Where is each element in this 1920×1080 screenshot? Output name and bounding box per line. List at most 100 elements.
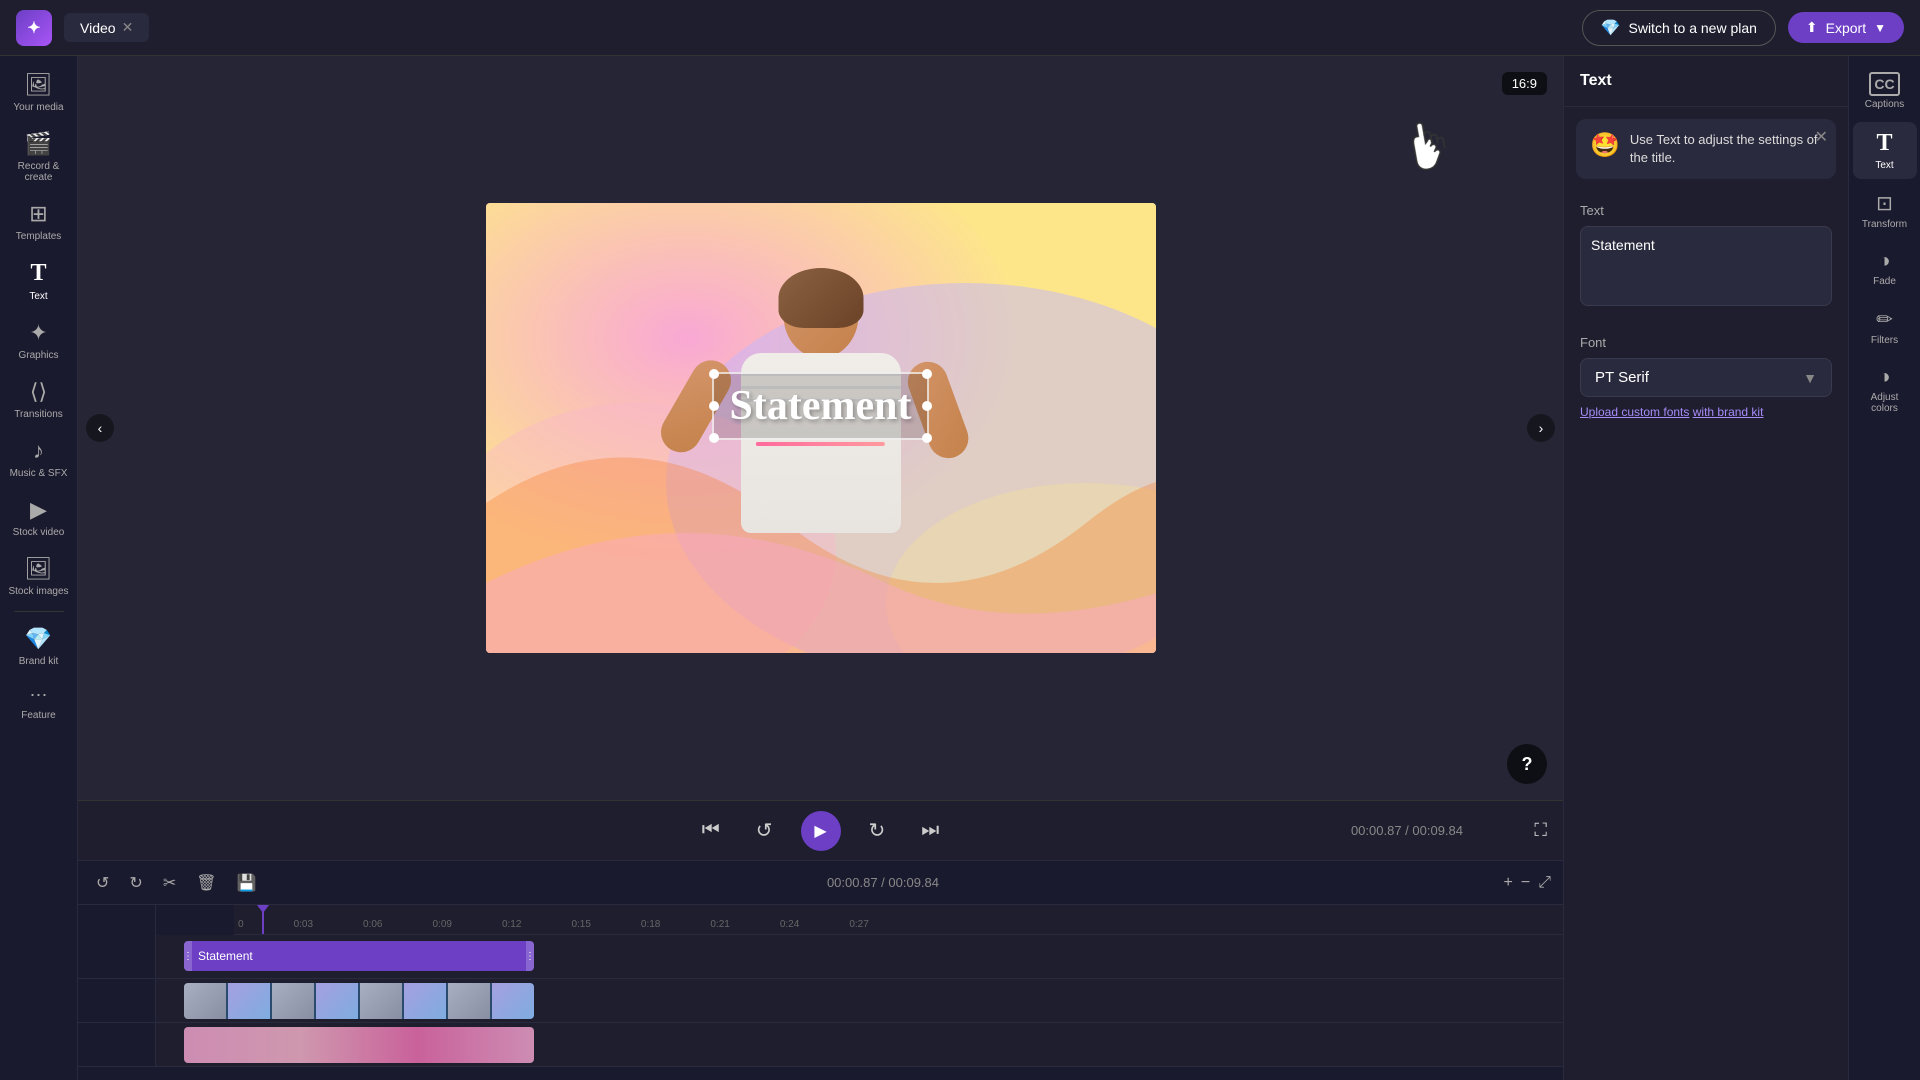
video-background: Statement xyxy=(486,203,1156,653)
handle-middle-right[interactable] xyxy=(922,401,932,411)
text-overlay-content: Statement xyxy=(730,382,912,430)
zoom-in-button[interactable]: + xyxy=(1504,874,1513,892)
fullscreen-button[interactable]: ⛶ xyxy=(1534,820,1547,841)
switch-plan-label: Switch to a new plan xyxy=(1629,20,1757,36)
playhead-triangle xyxy=(257,905,269,913)
text-clip-handle-right[interactable]: ⋮ xyxy=(526,941,534,971)
video-preview: Statement xyxy=(486,203,1156,653)
play-button[interactable]: ▶ xyxy=(801,811,841,851)
canvas-nav-right[interactable]: › xyxy=(1527,414,1555,442)
sidebar-item-stock-images[interactable]: 🖼 Stock images xyxy=(4,548,74,605)
topbar: ✦ Video ✕ 💎 Switch to a new plan ⬆ Expor… xyxy=(0,0,1920,56)
record-create-icon: 🎬 xyxy=(25,131,52,157)
export-icon: ⬆ xyxy=(1806,19,1818,36)
text-sidebar-icon: T xyxy=(30,260,46,287)
captions-icon: CC xyxy=(1869,72,1899,96)
sidebar-item-captions[interactable]: CC Captions xyxy=(1853,64,1917,118)
timeline-redo-button[interactable]: ↻ xyxy=(123,869,148,897)
tab-video[interactable]: Video ✕ xyxy=(64,13,149,42)
timeline-undo-button[interactable]: ↺ xyxy=(90,869,115,897)
track-label-background xyxy=(78,1023,156,1066)
timeline-time-display: 00:00.87 / 00:09.84 xyxy=(827,875,939,890)
sidebar-item-stock-video[interactable]: ▶ Stock video xyxy=(4,489,74,546)
zoom-out-button[interactable]: − xyxy=(1521,874,1530,892)
your-media-icon: 🖼 xyxy=(25,72,53,98)
video-thumb-7 xyxy=(448,983,490,1019)
switch-plan-button[interactable]: 💎 Switch to a new plan xyxy=(1582,10,1776,46)
export-label: Export xyxy=(1826,20,1866,36)
sidebar-item-fade[interactable]: ◑ Fade xyxy=(1853,242,1917,295)
tooltip-emoji: 🤩 xyxy=(1590,131,1620,160)
timeline-cut-button[interactable]: ✂ xyxy=(157,869,182,897)
sidebar-item-music-sfx[interactable]: ♪ Music & SFX xyxy=(4,430,74,487)
sidebar-item-feature[interactable]: ⋯ Feature xyxy=(4,677,74,729)
fade-icon: ◑ xyxy=(1878,250,1890,273)
help-button[interactable]: ? xyxy=(1507,744,1547,784)
tab-close-icon[interactable]: ✕ xyxy=(122,19,134,36)
timeline-save-button[interactable]: 💾 xyxy=(231,869,263,897)
export-button[interactable]: ⬆ Export ▼ xyxy=(1788,12,1904,43)
right-panel: Text 🤩 Use Text to adjust the settings o… xyxy=(1563,56,1848,1080)
text-overlay-box[interactable]: Statement xyxy=(712,372,930,440)
aspect-ratio-badge: 16:9 xyxy=(1502,72,1547,95)
handle-top-right[interactable] xyxy=(922,369,932,379)
time-display: 00:00.87 / 00:09.84 xyxy=(1351,823,1463,838)
handle-middle-left[interactable] xyxy=(709,401,719,411)
filters-icon: ✏ xyxy=(1876,307,1893,332)
text-clip-handle-left[interactable]: ⋮ xyxy=(184,941,192,971)
skip-forward-button[interactable]: ⏭ xyxy=(913,815,947,846)
sidebar-item-filters[interactable]: ✏ Filters xyxy=(1853,299,1917,354)
track-content-video xyxy=(156,979,1563,1022)
canvas-nav-left[interactable]: ‹ xyxy=(86,414,114,442)
expand-timeline-button[interactable]: ⤢ xyxy=(1538,874,1551,892)
sidebar-item-templates[interactable]: ⊞ Templates xyxy=(4,193,74,250)
video-thumb-4 xyxy=(316,983,358,1019)
handle-bottom-right[interactable] xyxy=(922,433,932,443)
music-sfx-label: Music & SFX xyxy=(10,468,68,479)
export-dropdown-icon: ▼ xyxy=(1874,21,1886,35)
text-tool-label: Text xyxy=(1875,160,1893,171)
upload-fonts-link-text[interactable]: Upload custom fonts xyxy=(1580,405,1689,419)
transform-label: Transform xyxy=(1862,219,1907,230)
transform-icon: ⊡ xyxy=(1876,191,1893,216)
person-silhouette xyxy=(681,253,961,653)
text-tool-icon: T xyxy=(1876,130,1892,157)
text-clip[interactable]: ⋮ Statement ⋮ xyxy=(184,941,534,971)
sidebar-item-text-tool[interactable]: T Text xyxy=(1853,122,1917,179)
sidebar-item-brand-kit[interactable]: 💎 Brand kit xyxy=(4,618,74,675)
handle-top-left[interactable] xyxy=(709,369,719,379)
sidebar-item-text[interactable]: T Text xyxy=(4,252,74,310)
sidebar-item-transitions[interactable]: ⟨⟩ Transitions xyxy=(4,371,74,428)
sidebar-item-adjust-colors[interactable]: ◑ Adjust colors xyxy=(1853,358,1917,422)
sidebar-item-graphics[interactable]: ✦ Graphics xyxy=(4,312,74,369)
app-logo: ✦ xyxy=(16,10,52,46)
text-input[interactable]: Statement xyxy=(1580,226,1832,306)
sidebar-item-your-media[interactable]: 🖼 Your media xyxy=(4,64,74,121)
skip-back-button[interactable]: ⏮ xyxy=(694,815,728,846)
sidebar-item-record-create[interactable]: 🎬 Record &create xyxy=(4,123,74,191)
font-select-dropdown[interactable]: PT Serif ▼ xyxy=(1580,358,1832,397)
rewind-button[interactable]: ↺ xyxy=(748,814,781,847)
track-label-video xyxy=(78,979,156,1022)
stock-images-label: Stock images xyxy=(8,586,68,597)
handle-bottom-left[interactable] xyxy=(709,433,719,443)
sidebar-item-transform[interactable]: ⊡ Transform xyxy=(1853,183,1917,238)
track-label-text xyxy=(78,935,156,978)
timeline-delete-button[interactable]: 🗑 xyxy=(190,869,222,897)
video-tab-label: Video xyxy=(80,20,116,36)
far-right-sidebar: CC Captions T Text ⊡ Transform ◑ Fade ✏ … xyxy=(1848,56,1920,1080)
tooltip-close-button[interactable]: ✕ xyxy=(1815,127,1828,147)
captions-label: Captions xyxy=(1865,99,1904,110)
video-thumb-6 xyxy=(404,983,446,1019)
canvas-container: 16:9 ‹ › xyxy=(78,56,1563,800)
templates-icon: ⊞ xyxy=(29,201,47,227)
video-clip[interactable] xyxy=(184,983,534,1019)
brand-kit-icon: 💎 xyxy=(25,626,52,652)
stock-video-label: Stock video xyxy=(13,527,65,538)
font-section: Font PT Serif ▼ Upload custom fonts with… xyxy=(1564,323,1848,431)
background-clip[interactable] xyxy=(184,1027,534,1063)
filters-label: Filters xyxy=(1871,335,1898,346)
track-content-background xyxy=(156,1023,1563,1066)
record-create-label: Record &create xyxy=(18,161,60,183)
forward-button[interactable]: ↻ xyxy=(861,814,894,847)
